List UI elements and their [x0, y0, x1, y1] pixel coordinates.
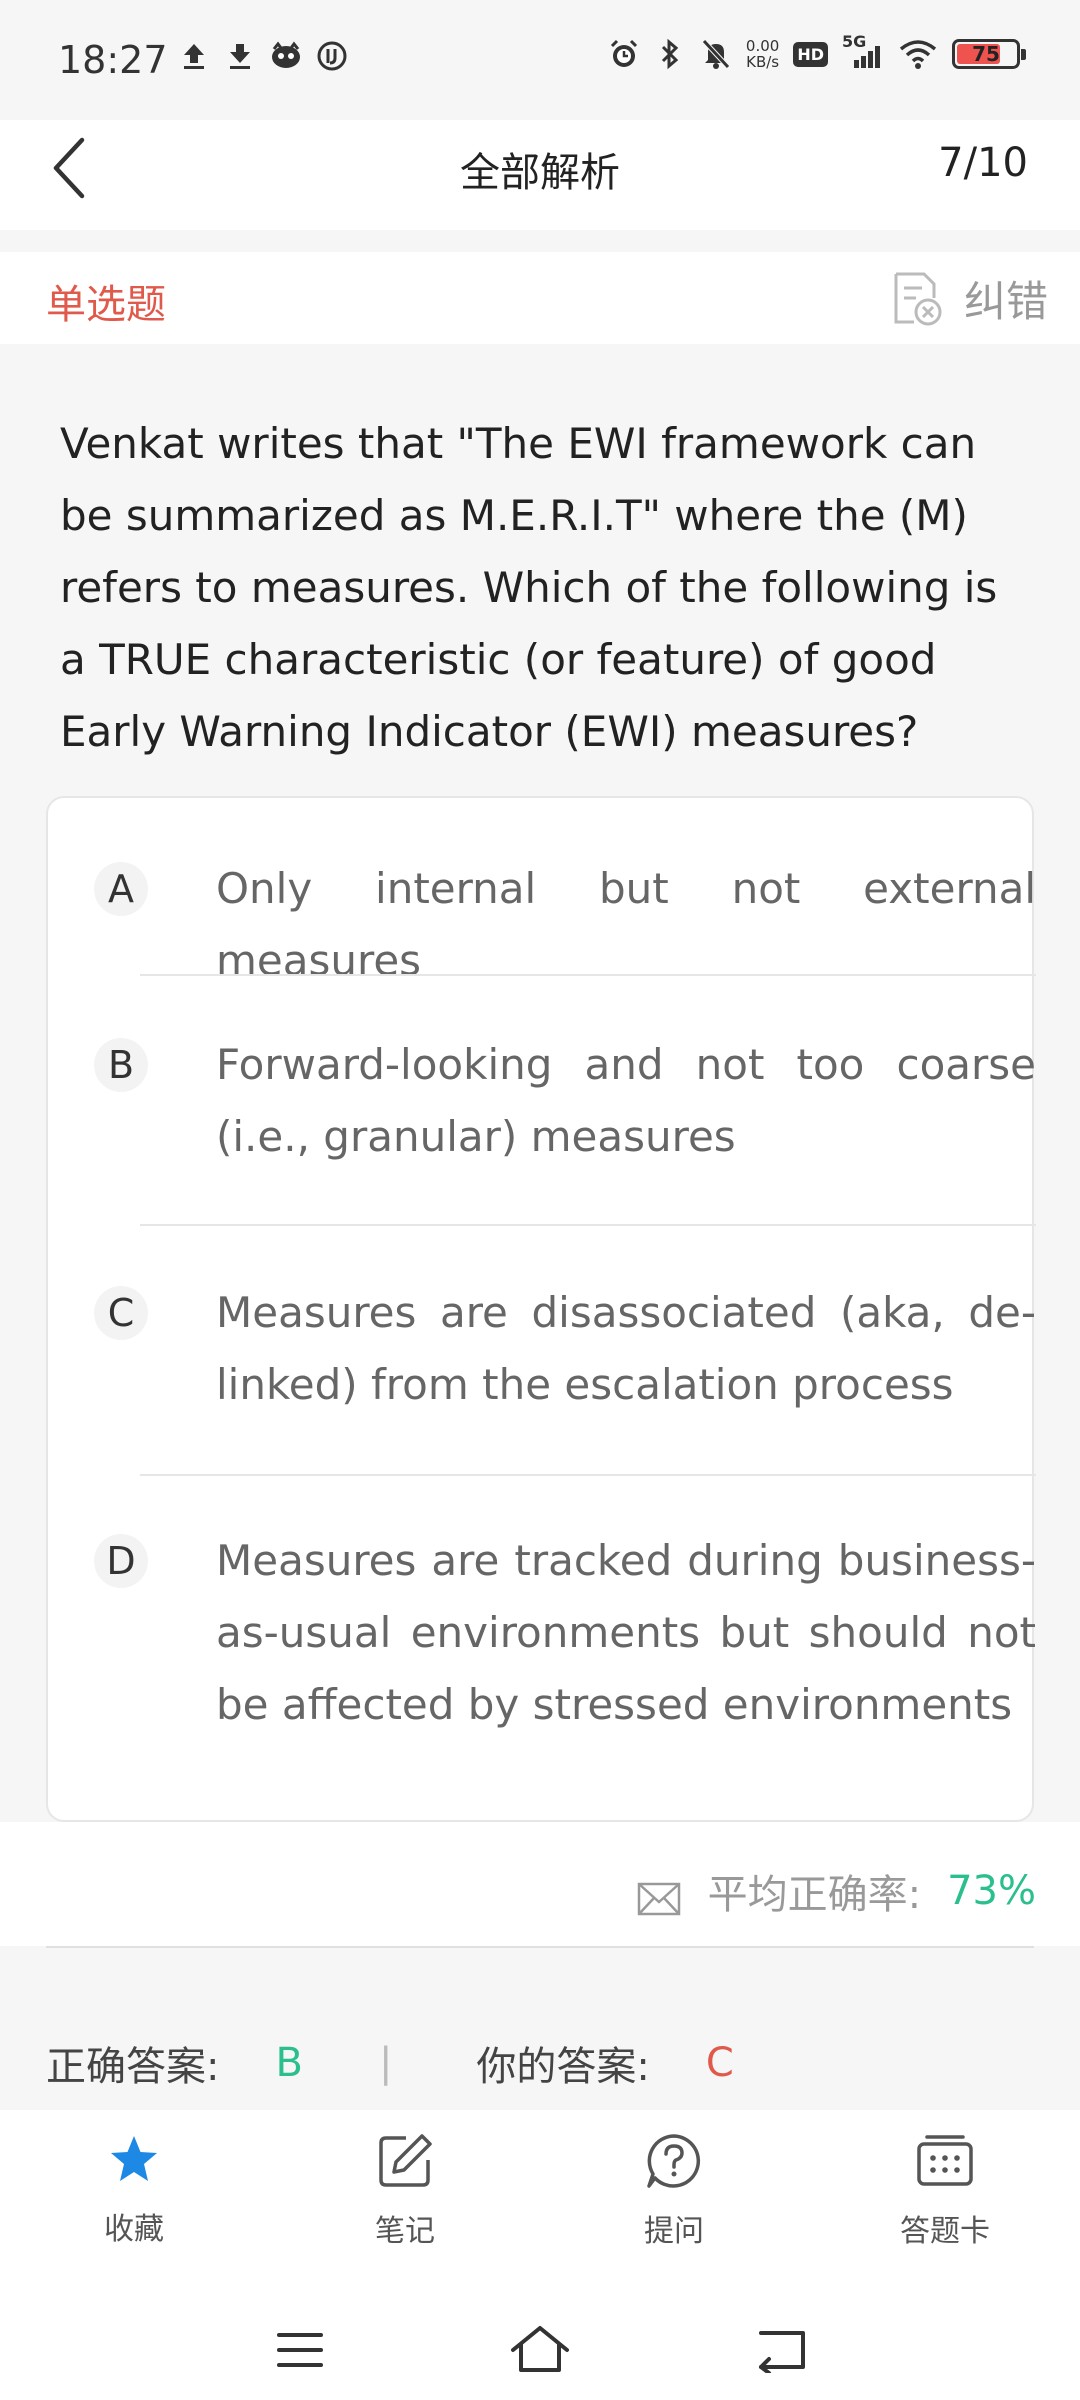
status-system-icons: 0.00 KB/s HD 5G 75 [608, 32, 1026, 71]
answer-card-icon [917, 2135, 973, 2186]
mute-icon [700, 38, 732, 70]
menu-button[interactable] [260, 2310, 340, 2390]
app-badge-icon [316, 40, 348, 72]
average-accuracy: 平均正确率: 73% [636, 1862, 1036, 1920]
question-text: Venkat writes that "The EWI framework ca… [60, 419, 998, 756]
option-letter: A [94, 862, 148, 916]
correct-answer-value: B [275, 2040, 303, 2086]
option-text: Forward-looking and not too coarse (i.e.… [216, 1040, 1036, 1161]
your-answer-value: C [705, 2040, 734, 2086]
app-notification-icon [270, 40, 302, 72]
home-icon [511, 2326, 569, 2372]
option-letter: D [94, 1534, 148, 1588]
return-icon [759, 2331, 805, 2373]
tab-answer-card[interactable]: 答题卡 [845, 2132, 1045, 2250]
upload-icon [178, 40, 210, 72]
correct-answer-label: 正确答案: [46, 2044, 220, 2090]
report-error-label: 纠错 [963, 277, 1048, 326]
signal-icon: 5G [842, 32, 884, 70]
option-c[interactable]: C Measures are disassociated (aka, de-li… [48, 1226, 1036, 1474]
status-time: 18:27 [58, 38, 168, 82]
option-a[interactable]: A Only internal but not external measure… [48, 798, 1036, 985]
answer-summary: 正确答案: B | 你的答案: C [46, 2034, 734, 2092]
tab-label: 提问 [644, 2214, 704, 2249]
edit-note-icon [379, 2134, 432, 2187]
options-card: A Only internal but not external measure… [46, 796, 1036, 1822]
status-notification-icons [178, 40, 348, 72]
report-error-icon [894, 272, 942, 325]
wifi-icon [898, 38, 938, 70]
option-letter: C [94, 1286, 148, 1340]
accuracy-label: 平均正确率: [707, 1872, 922, 1918]
report-error-button[interactable]: 纠错 [890, 268, 1048, 329]
option-b[interactable]: B Forward-looking and not too coarse (i.… [48, 976, 1036, 1224]
mail-icon [637, 1882, 680, 1916]
back-system-button[interactable] [742, 2310, 822, 2390]
tab-label: 笔记 [375, 2214, 435, 2249]
tab-label: 收藏 [104, 2212, 164, 2247]
bluetooth-icon [654, 38, 686, 70]
question-type-label: 单选题 [46, 282, 166, 328]
option-d[interactable]: D Measures are tracked during business-a… [48, 1476, 1036, 1820]
star-icon [111, 2136, 157, 2181]
hd-badge: HD [793, 41, 828, 67]
battery-indicator: 75 [952, 39, 1026, 69]
home-button[interactable] [500, 2310, 580, 2390]
option-text: Measures are disassociated (aka, de-link… [216, 1288, 1036, 1409]
network-speed: 0.00 KB/s [745, 37, 780, 71]
section-divider [46, 1946, 1034, 1948]
option-letter: B [94, 1038, 148, 1092]
alarm-icon [608, 38, 640, 70]
page-title: 全部解析 [460, 150, 620, 196]
question-icon [647, 2134, 701, 2188]
tab-label: 答题卡 [900, 2214, 990, 2249]
tab-notes[interactable]: 笔记 [305, 2132, 505, 2250]
tab-ask[interactable]: 提问 [574, 2132, 774, 2250]
menu-icon [277, 2333, 323, 2367]
download-icon [224, 40, 256, 72]
answer-separator: | [378, 2040, 393, 2086]
question-progress: 7/10 [938, 140, 1028, 186]
accuracy-value: 73% [947, 1868, 1036, 1914]
tab-favorite[interactable]: 收藏 [34, 2132, 234, 2248]
battery-level: 75 [972, 42, 1000, 66]
your-answer-label: 你的答案: [476, 2044, 650, 2090]
option-text: Measures are tracked during business-as-… [216, 1536, 1036, 1729]
